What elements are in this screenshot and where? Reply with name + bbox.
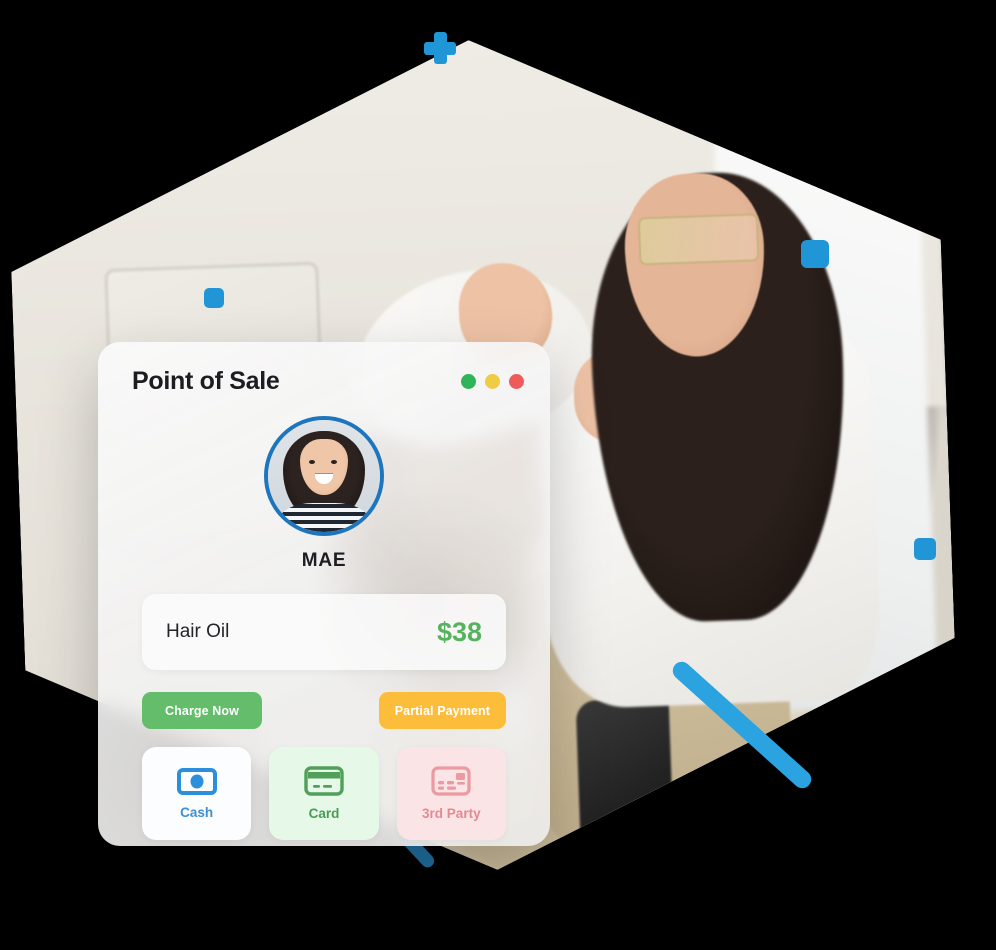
decor-square-accent-mid-right [914, 538, 936, 560]
credit-card-icon [304, 766, 344, 796]
point-of-sale-card: Point of Sale MAE Hair Oil $38 Charge No… [98, 342, 550, 846]
avatar[interactable] [264, 416, 384, 536]
card-header: Point of Sale [98, 342, 550, 404]
payment-method-label: Card [308, 806, 340, 821]
maximize-button[interactable] [485, 373, 500, 389]
action-buttons: Charge Now Partial Payment [142, 692, 506, 729]
scene: Point of Sale MAE Hair Oil $38 Charge No… [0, 0, 996, 950]
payment-method-tiles: Cash Card 3rd Party [142, 747, 506, 840]
page-title: Point of Sale [132, 366, 280, 395]
window-controls [461, 373, 524, 389]
decor-cross-accent [424, 32, 456, 64]
decor-square-accent-right [801, 240, 829, 268]
decor-square-accent-left [204, 288, 224, 308]
close-button[interactable] [509, 373, 524, 389]
minimize-button[interactable] [461, 373, 476, 389]
customer-name: MAE [301, 550, 347, 571]
line-item-price: $38 [436, 616, 482, 647]
banknote-icon [176, 767, 217, 795]
line-item-row[interactable]: Hair Oil $38 [142, 594, 506, 670]
line-item-name: Hair Oil [166, 621, 230, 642]
partial-payment-button[interactable]: Partial Payment [378, 692, 506, 729]
charge-now-button[interactable]: Charge Now [142, 692, 262, 729]
payment-method-card[interactable]: Card [269, 747, 379, 840]
customer-section: MAE [98, 416, 550, 572]
payment-method-label: Cash [180, 804, 214, 820]
payment-method-3rd-party[interactable]: 3rd Party [396, 747, 506, 840]
payment-method-label: 3rd Party [422, 806, 481, 821]
payment-method-cash[interactable]: Cash [142, 747, 252, 840]
payment-card-chip-icon [431, 766, 471, 796]
